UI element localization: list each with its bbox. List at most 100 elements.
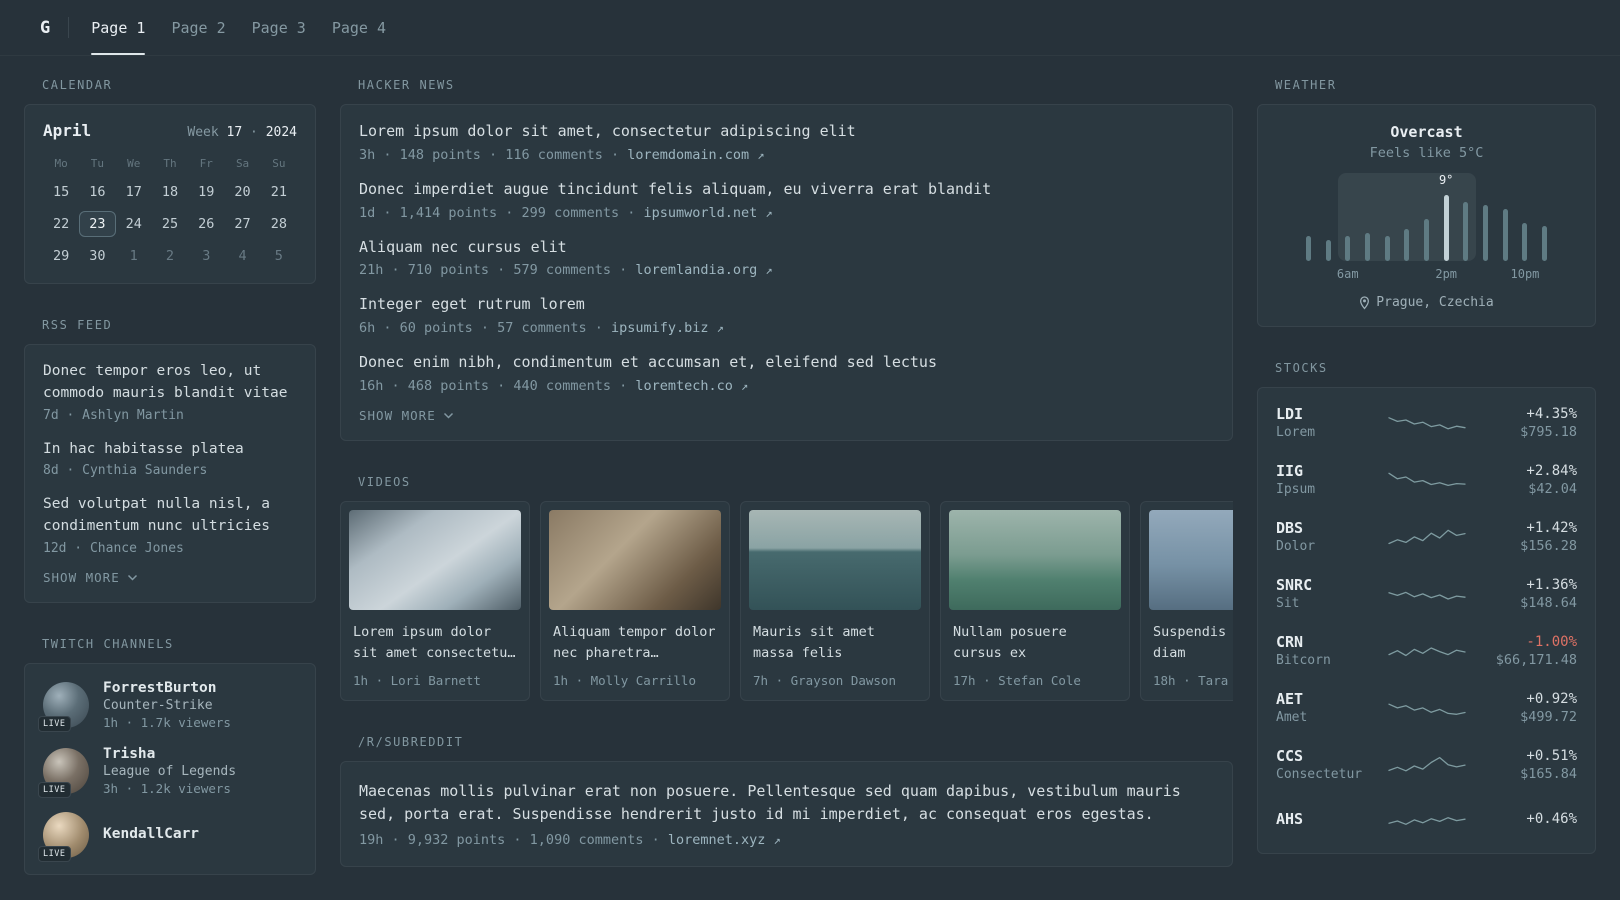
calendar-grid: Mo Tu We Th Fr Sa Su 15 16 17 18 19 20 21 22 23 24 25 26 27… bbox=[43, 152, 297, 269]
dashboard-grid: CALENDAR April Week 17 · 2024 Mo Tu We Th Fr… bbox=[0, 56, 1620, 875]
stock-name: Bitcorn bbox=[1276, 653, 1331, 668]
hackernews-show-more-button[interactable]: SHOW MORE bbox=[359, 408, 454, 423]
stock-symbol: LDI bbox=[1276, 405, 1304, 423]
stock-symbol: DBS bbox=[1276, 519, 1304, 537]
stock-sparkline bbox=[1387, 756, 1466, 771]
video-card[interactable]: Suspendis diam 18h · Tara bbox=[1140, 500, 1233, 701]
tab-page-2[interactable]: Page 2 bbox=[171, 0, 225, 55]
avatar: LIVE bbox=[38, 747, 89, 798]
temperature-bar-slot bbox=[1476, 205, 1496, 261]
calendar-day-selected: 23 bbox=[79, 211, 116, 237]
post-meta: 19h · 9,932 points · 1,090 comments · lo… bbox=[359, 832, 781, 849]
stock-change: -1.00% bbox=[1526, 633, 1577, 650]
stock-price: $165.84 bbox=[1520, 765, 1577, 782]
stock-name: Dolor bbox=[1276, 539, 1316, 554]
video-thumbnail bbox=[749, 509, 921, 610]
video-card[interactable]: Lorem ipsum dolor sit amet consectetu… 1… bbox=[340, 500, 530, 701]
tab-page-1[interactable]: Page 1 bbox=[91, 0, 146, 55]
calendar-day-header: Th bbox=[163, 157, 177, 170]
temperature-bar-slot bbox=[1535, 226, 1555, 261]
video-thumbnail bbox=[349, 509, 521, 610]
temperature-bar bbox=[1404, 229, 1410, 261]
twitch-channel[interactable]: LIVE KendallCarr bbox=[38, 811, 297, 862]
stock-left: DBS Dolor bbox=[1276, 519, 1385, 554]
video-card[interactable]: Nullam posuere cursus ex 17h · Stefan Co… bbox=[940, 500, 1130, 701]
story-domain-link[interactable]: ipsumify.biz ↗ bbox=[611, 320, 724, 336]
weather-widget-title: WEATHER bbox=[1275, 78, 1337, 92]
stock-row: CCS Consectetur +0.51% $165.84 bbox=[1276, 736, 1577, 793]
time-axis-label: 10pm bbox=[1510, 267, 1540, 281]
channel-info: ForrestBurton Counter-Strike 1h · 1.7k v… bbox=[103, 680, 231, 730]
calendar-day: 20 bbox=[234, 184, 251, 200]
tab-page-3[interactable]: Page 3 bbox=[252, 0, 306, 55]
temperature-bar bbox=[1305, 236, 1311, 261]
app-logo[interactable]: G bbox=[40, 18, 50, 38]
rss-item-title[interactable]: Donec tempor eros leo, ut commodo mauris… bbox=[43, 361, 297, 405]
twitch-channel[interactable]: LIVE ForrestBurton Counter-Strike 1h · 1… bbox=[38, 680, 297, 732]
temperature-bar-slot bbox=[1299, 236, 1319, 261]
stock-right: +0.92% $499.72 bbox=[1469, 691, 1577, 725]
channel-name: Trisha bbox=[103, 745, 156, 762]
calendar-header: April Week 17 · 2024 bbox=[43, 121, 297, 140]
story-domain-link[interactable]: ipsumworld.net ↗ bbox=[643, 205, 772, 221]
stock-symbol: AET bbox=[1276, 690, 1304, 708]
stock-right: -1.00% $66,171.48 bbox=[1469, 633, 1577, 668]
stock-sparkline bbox=[1387, 416, 1466, 429]
twitch-widget-title: TWITCH CHANNELS bbox=[42, 636, 174, 651]
top-nav: G Page 1 Page 2 Page 3 Page 4 bbox=[0, 0, 1620, 56]
stock-symbol: CCS bbox=[1276, 747, 1304, 765]
stock-symbol: SNRC bbox=[1276, 576, 1313, 594]
chevron-down-icon bbox=[443, 412, 453, 419]
story-domain-link[interactable]: loremlandia.org ↗ bbox=[635, 262, 772, 278]
twitch-channel[interactable]: LIVE Trisha League of Legends 3h · 1.2k … bbox=[38, 745, 297, 798]
video-thumbnail bbox=[949, 509, 1121, 610]
rss-widget-title: RSS FEED bbox=[42, 318, 113, 332]
video-title: Nullam posuere cursus ex bbox=[953, 623, 1067, 661]
tab-page-4[interactable]: Page 4 bbox=[332, 0, 386, 55]
stock-right: +0.51% $165.84 bbox=[1469, 748, 1577, 782]
weather-card: Overcast Feels like 5°C 9° 6am 2pm 10pm Pr… bbox=[1257, 104, 1596, 327]
temperature-bar-slot bbox=[1515, 223, 1535, 261]
story-item: Donec imperdiet augue tincidunt felis al… bbox=[359, 179, 1214, 221]
videos-widget-title: VIDEOS bbox=[358, 474, 411, 489]
stock-sparkline bbox=[1387, 529, 1466, 544]
temperature-bar bbox=[1364, 233, 1370, 261]
video-meta: 1h · Molly Carrillo bbox=[553, 672, 696, 688]
calendar-day: 3 bbox=[202, 248, 211, 264]
video-card[interactable]: Mauris sit amet massa felis 7h · Grayson… bbox=[740, 500, 930, 701]
videos-widget: VIDEOS Lorem ipsum dolor sit amet consec… bbox=[340, 475, 1233, 701]
hackernews-widget: HACKER NEWS Lorem ipsum dolor sit amet, … bbox=[340, 78, 1233, 441]
stock-right: +0.46% bbox=[1469, 811, 1577, 829]
calendar-day: 24 bbox=[125, 216, 142, 232]
rss-item-title[interactable]: In hac habitasse platea bbox=[43, 439, 297, 461]
rss-item: Donec tempor eros leo, ut commodo mauris… bbox=[43, 361, 297, 423]
calendar-widget-title: CALENDAR bbox=[42, 78, 113, 92]
temperature-bar bbox=[1384, 236, 1390, 261]
video-card[interactable]: Aliquam tempor dolor nec pharetra… 1h · … bbox=[540, 500, 730, 701]
rss-show-more-button[interactable]: SHOW MORE bbox=[43, 570, 138, 585]
weather-chart: 9° bbox=[1299, 173, 1555, 261]
story-title[interactable]: Donec imperdiet augue tincidunt felis al… bbox=[359, 179, 1214, 201]
story-domain-link[interactable]: loremdomain.com ↗ bbox=[627, 147, 764, 163]
temperature-bar-slot bbox=[1358, 233, 1378, 261]
calendar-day: 30 bbox=[89, 248, 106, 264]
story-title[interactable]: Aliquam nec cursus elit bbox=[359, 237, 1214, 259]
channel-game: Counter-Strike bbox=[103, 697, 213, 713]
post-title[interactable]: Maecenas mollis pulvinar erat non posuer… bbox=[359, 780, 1214, 827]
rss-item-title[interactable]: Sed volutpat nulla nisl, a condimentum n… bbox=[43, 494, 297, 538]
story-title[interactable]: Integer eget rutrum lorem bbox=[359, 294, 1214, 316]
post-domain-link[interactable]: loremnet.xyz ↗ bbox=[668, 832, 781, 848]
temperature-bar-slot bbox=[1456, 202, 1476, 261]
video-title: Aliquam tempor dolor nec pharetra… bbox=[553, 623, 716, 661]
hackernews-card: Lorem ipsum dolor sit amet, consectetur … bbox=[340, 104, 1233, 441]
calendar-day-header: Su bbox=[272, 157, 286, 170]
story-title[interactable]: Lorem ipsum dolor sit amet, consectetur … bbox=[359, 121, 1214, 143]
story-meta: 6h · 60 points · 57 comments · ipsumify.… bbox=[359, 320, 724, 336]
story-title[interactable]: Donec enim nibh, condimentum et accumsan… bbox=[359, 352, 1214, 374]
rss-item-meta: 12d · Chance Jones bbox=[43, 540, 184, 556]
right-column: WEATHER Overcast Feels like 5°C 9° 6am 2p… bbox=[1257, 78, 1596, 854]
calendar-widget: CALENDAR April Week 17 · 2024 Mo Tu We Th Fr… bbox=[24, 78, 316, 284]
calendar-day: 16 bbox=[89, 184, 106, 200]
calendar-day: 21 bbox=[270, 184, 287, 200]
story-domain-link[interactable]: loremtech.co ↗ bbox=[635, 378, 748, 394]
